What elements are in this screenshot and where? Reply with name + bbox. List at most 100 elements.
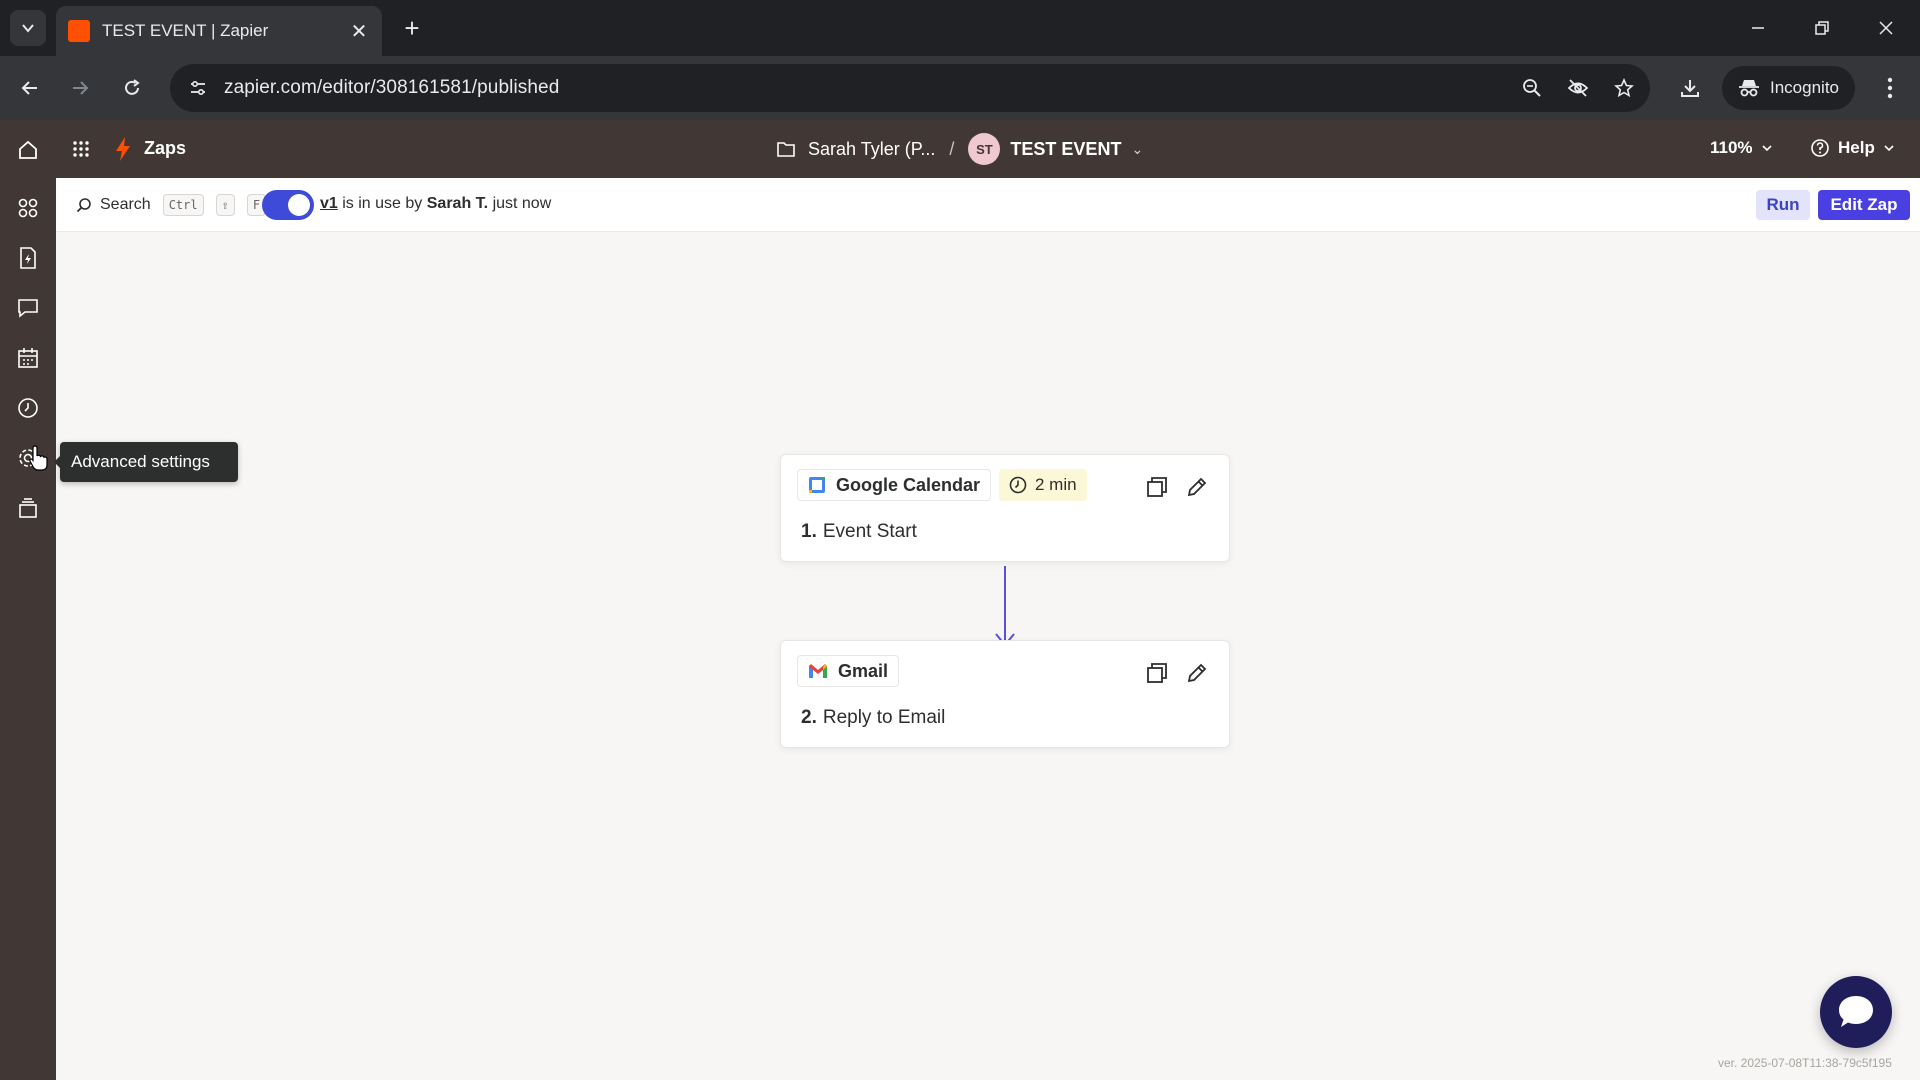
- incognito-badge[interactable]: Incognito: [1722, 66, 1855, 110]
- minimize-button[interactable]: [1728, 8, 1788, 48]
- app-name: Gmail: [838, 660, 889, 681]
- reload-icon: [125, 79, 140, 95]
- step-card-action[interactable]: Gmail 2. Reply to Email: [780, 640, 1230, 748]
- hand-cursor-icon: [29, 445, 48, 471]
- chevron-down-icon: [22, 24, 34, 33]
- app-header: Zaps Sarah Tyler (P... / ST TEST EVENT ⌄…: [0, 120, 1920, 178]
- folder-name[interactable]: Sarah Tyler (P...: [808, 139, 935, 160]
- status-user: Sarah T.: [426, 195, 489, 212]
- close-window-icon: [1879, 21, 1893, 35]
- version-status: v1 is in use by Sarah T. just now: [320, 195, 551, 213]
- chevron-down-icon: [1761, 145, 1772, 152]
- close-icon[interactable]: ✕: [348, 19, 370, 44]
- build-version: ver. 2025-07-08T11:38-79c5f195: [1718, 1056, 1892, 1070]
- shortcut-key-ctrl: Ctrl: [162, 194, 204, 216]
- copy-icon: [1147, 477, 1167, 497]
- document-bolt-icon: [20, 247, 36, 269]
- rail-apps-button[interactable]: [12, 192, 44, 224]
- incognito-label: Incognito: [1770, 78, 1839, 97]
- site-settings-icon[interactable]: [186, 76, 210, 100]
- edit-step-button[interactable]: [1185, 475, 1209, 499]
- forward-icon: [73, 81, 89, 95]
- rail-versions-button[interactable]: [12, 492, 44, 524]
- apps-icon: [18, 198, 38, 218]
- app-name: Google Calendar: [836, 474, 981, 495]
- poll-interval: 2 min: [1035, 475, 1077, 494]
- step-title: 2. Reply to Email: [801, 707, 945, 729]
- star-icon[interactable]: [1612, 76, 1636, 100]
- chevron-down-icon: [1884, 145, 1894, 152]
- chevron-down-icon[interactable]: ⌄: [1131, 141, 1143, 158]
- step-number: 2.: [801, 707, 817, 728]
- run-button[interactable]: Run: [1756, 190, 1810, 220]
- layers-icon: [19, 498, 37, 518]
- kebab-menu-icon: [1887, 77, 1893, 99]
- grid-icon: [73, 141, 89, 157]
- help-menu[interactable]: Help: [1810, 138, 1895, 158]
- back-icon: [21, 81, 37, 95]
- chat-bubble-icon: [1839, 996, 1873, 1027]
- zap-name[interactable]: TEST EVENT: [1010, 139, 1121, 160]
- address-bar[interactable]: zapier.com/editor/308161581/published: [170, 64, 1650, 112]
- search-icon: [76, 198, 91, 213]
- home-icon: [19, 140, 37, 159]
- left-rail: [0, 178, 56, 1080]
- zap-on-toggle[interactable]: [262, 190, 314, 220]
- help-icon: [1811, 139, 1829, 157]
- breadcrumb-separator: /: [949, 138, 955, 159]
- restore-icon: [1815, 21, 1829, 35]
- rail-comments-button[interactable]: [12, 292, 44, 324]
- edit-zap-button[interactable]: Edit Zap: [1818, 190, 1910, 220]
- step-event: Reply to Email: [822, 707, 946, 728]
- comment-icon: [18, 299, 38, 318]
- zap-bolt-icon: [112, 134, 134, 164]
- close-window-button[interactable]: [1856, 8, 1916, 48]
- duplicate-step-button[interactable]: [1145, 475, 1169, 499]
- breadcrumb: Sarah Tyler (P... / ST TEST EVENT ⌄: [776, 132, 1143, 166]
- zaps-link[interactable]: Zaps: [144, 138, 186, 159]
- step-card-trigger[interactable]: Google Calendar 2 min 1. Event Start: [780, 454, 1230, 562]
- clock-icon: [1009, 476, 1027, 494]
- gmail-icon: [809, 664, 827, 678]
- url-text[interactable]: zapier.com/editor/308161581/published: [224, 77, 559, 99]
- zoom-icon[interactable]: [1520, 76, 1544, 100]
- app-chip-gmail[interactable]: Gmail: [797, 655, 900, 687]
- advanced-settings-tooltip: Advanced settings: [54, 442, 238, 482]
- pencil-icon: [1187, 663, 1207, 683]
- edit-step-button[interactable]: [1185, 661, 1209, 685]
- forward-button[interactable]: [62, 70, 98, 106]
- home-button[interactable]: [12, 134, 44, 166]
- tab-title: TEST EVENT | Zapier: [102, 21, 269, 40]
- step-event: Event Start: [822, 521, 917, 542]
- avatar: ST: [968, 133, 1001, 165]
- step-title: 1. Event Start: [801, 521, 917, 543]
- rail-history-button[interactable]: [12, 392, 44, 424]
- incognito-icon: [1739, 80, 1759, 97]
- tab-search-button[interactable]: [10, 10, 46, 46]
- app-chip-google-calendar[interactable]: Google Calendar: [797, 469, 992, 501]
- apps-menu-button[interactable]: [66, 134, 96, 164]
- restore-button[interactable]: [1792, 8, 1852, 48]
- browser-tab[interactable]: TEST EVENT | Zapier ✕: [56, 6, 382, 56]
- reload-button[interactable]: [114, 70, 150, 106]
- duplicate-step-button[interactable]: [1145, 661, 1169, 685]
- rail-calendar-button[interactable]: [12, 342, 44, 374]
- plus-icon: +: [404, 12, 420, 43]
- zapier-favicon-icon: [68, 20, 90, 42]
- help-label: Help: [1838, 138, 1875, 157]
- new-tab-button[interactable]: +: [396, 12, 428, 44]
- version-link[interactable]: v1: [320, 195, 338, 212]
- back-button[interactable]: [12, 70, 48, 106]
- chat-support-button[interactable]: [1820, 976, 1892, 1048]
- zoom-control[interactable]: 110%: [1710, 138, 1773, 158]
- download-button[interactable]: [1672, 70, 1708, 106]
- rail-zap-details-button[interactable]: [12, 242, 44, 274]
- browser-menu-button[interactable]: [1872, 70, 1908, 106]
- browser-tabstrip: TEST EVENT | Zapier ✕ +: [0, 0, 1920, 56]
- canvas-search[interactable]: Search Ctrl ⇧ F: [76, 194, 267, 216]
- eye-off-icon[interactable]: [1566, 76, 1590, 100]
- browser-toolbar: zapier.com/editor/308161581/published In…: [0, 56, 1920, 120]
- toggle-knob: [288, 194, 310, 216]
- zoom-level: 110%: [1710, 138, 1753, 157]
- zap-canvas[interactable]: Search Ctrl ⇧ F v1 is in use by Sarah T.…: [56, 178, 1920, 1080]
